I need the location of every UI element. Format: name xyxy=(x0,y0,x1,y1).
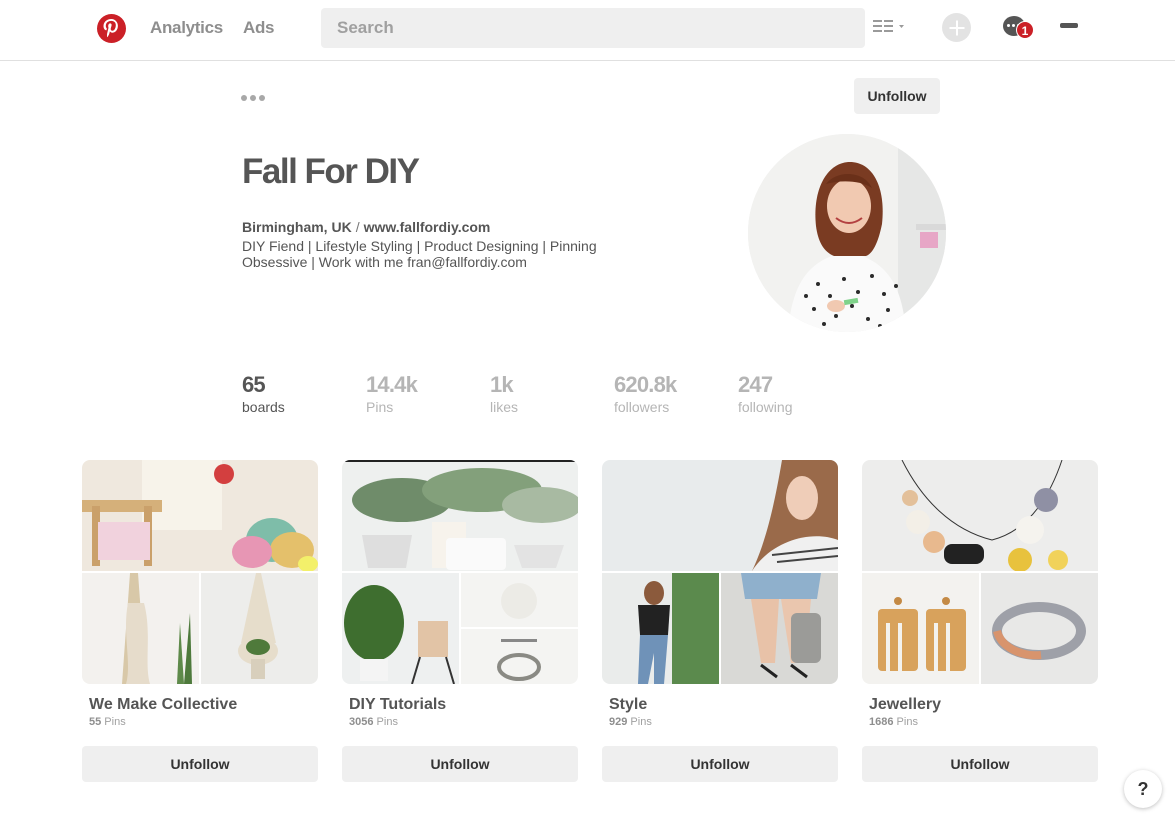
board-cover-right-image xyxy=(461,573,578,684)
board-cover-main-image xyxy=(602,460,838,571)
profile-location: Birmingham, UK xyxy=(242,219,352,235)
board-card: Jewellery 1686 Pins Unfollow xyxy=(862,460,1098,782)
more-options-icon[interactable] xyxy=(241,95,267,103)
board-cover-right-image xyxy=(721,573,838,684)
nav-ads-link[interactable]: Ads xyxy=(243,18,275,38)
stat-following[interactable]: 247 following xyxy=(738,372,792,415)
stat-following-value: 247 xyxy=(738,372,773,397)
board-title[interactable]: We Make Collective xyxy=(82,696,318,714)
stat-likes-value: 1k xyxy=(490,372,514,397)
board-cover-left-image xyxy=(862,573,979,684)
stat-pins[interactable]: 14.4k Pins xyxy=(366,372,418,415)
board-cover-left-image xyxy=(342,573,459,684)
board-pin-count: 3056 Pins xyxy=(349,716,398,728)
board-cover[interactable] xyxy=(602,460,838,684)
board-cover-left-image xyxy=(602,573,719,684)
search-input[interactable] xyxy=(321,8,865,48)
help-button[interactable]: ? xyxy=(1124,770,1162,808)
board-pin-count: 55 Pins xyxy=(89,716,126,728)
board-card: DIY Tutorials 3056 Pins Unfollow xyxy=(342,460,578,782)
nav-analytics-link[interactable]: Analytics xyxy=(150,18,223,38)
profile-website-link[interactable]: www.fallfordiy.com xyxy=(364,219,491,235)
board-cover-right-image xyxy=(201,573,318,684)
stat-boards[interactable]: 65 boards xyxy=(242,372,285,415)
profile-name: Fall For DIY xyxy=(242,152,420,191)
board-unfollow-button[interactable]: Unfollow xyxy=(602,746,838,782)
board-cover-main-image xyxy=(342,460,578,571)
board-cover-left-image xyxy=(82,573,199,684)
board-title[interactable]: Jewellery xyxy=(862,696,1098,714)
messages-button[interactable]: 1 xyxy=(1001,15,1037,41)
board-card: Style 929 Pins Unfollow xyxy=(602,460,838,782)
stat-boards-value: 65 xyxy=(242,372,266,397)
stat-followers-value: 620.8k xyxy=(614,372,677,397)
location-separator: / xyxy=(355,219,360,235)
add-pin-button[interactable] xyxy=(942,13,971,42)
profile-avatar xyxy=(748,134,946,332)
board-pin-count: 929 Pins xyxy=(609,716,652,728)
board-cover-right-image xyxy=(981,573,1098,684)
stat-boards-label: boards xyxy=(242,399,285,415)
board-title[interactable]: DIY Tutorials xyxy=(342,696,578,714)
board-pin-count: 1686 Pins xyxy=(869,716,918,728)
profile-bio: DIY Fiend | Lifestyle Styling | Product … xyxy=(242,238,597,270)
user-profile-icon[interactable] xyxy=(1058,16,1082,36)
top-header: Analytics Ads 1 xyxy=(0,0,1175,61)
board-unfollow-button[interactable]: Unfollow xyxy=(342,746,578,782)
stat-pins-value: 14.4k xyxy=(366,372,418,397)
notification-badge: 1 xyxy=(1016,21,1034,39)
view-list-icon[interactable] xyxy=(873,19,905,37)
stat-followers-label: followers xyxy=(614,399,670,415)
unfollow-profile-button[interactable]: Unfollow xyxy=(854,78,940,114)
stat-following-label: following xyxy=(738,399,793,415)
stat-likes-label: likes xyxy=(490,399,519,415)
stat-followers[interactable]: 620.8k followers xyxy=(614,372,677,415)
profile-location-line: Birmingham, UK / www.fallfordiy.com xyxy=(242,219,490,235)
board-title[interactable]: Style xyxy=(602,696,838,714)
stat-pins-label: Pins xyxy=(366,399,394,415)
board-cover[interactable] xyxy=(862,460,1098,684)
board-cover-main-image xyxy=(82,460,318,571)
board-unfollow-button[interactable]: Unfollow xyxy=(862,746,1098,782)
board-unfollow-button[interactable]: Unfollow xyxy=(82,746,318,782)
stat-likes[interactable]: 1k likes xyxy=(490,372,518,415)
board-cover-main-image xyxy=(862,460,1098,571)
board-cover[interactable] xyxy=(342,460,578,684)
board-cover[interactable] xyxy=(82,460,318,684)
board-card: We Make Collective 55 Pins Unfollow xyxy=(82,460,318,782)
pinterest-logo-icon[interactable] xyxy=(97,14,126,43)
